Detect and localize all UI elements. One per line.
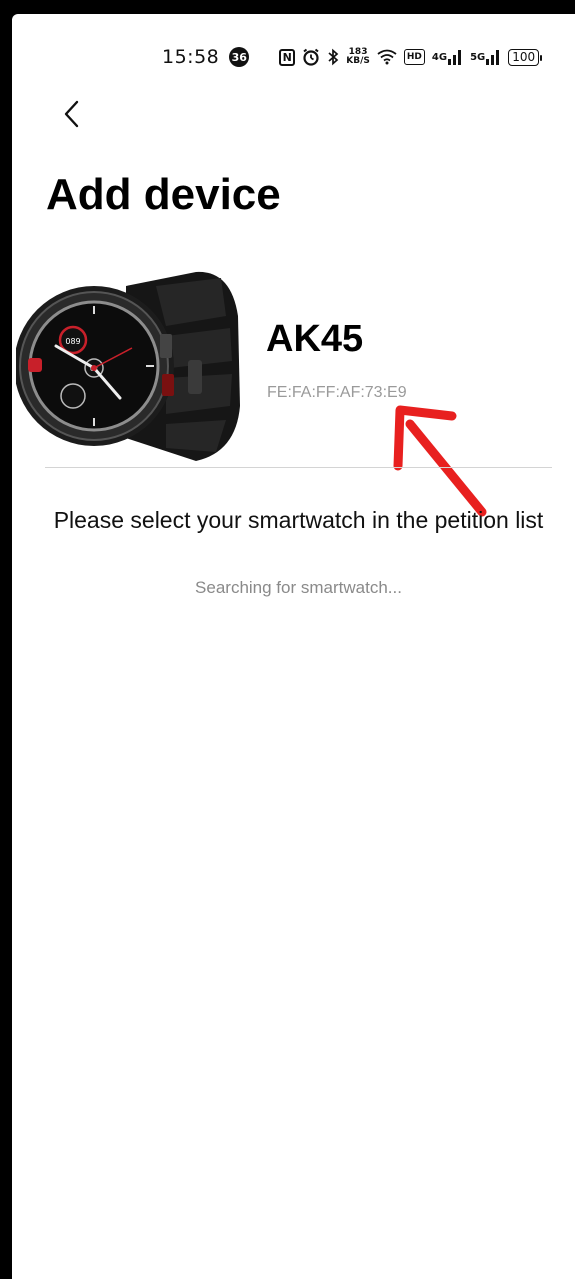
annotation-arrow-icon — [393, 405, 487, 517]
status-bar: 15:58 36 N 183 KB/S HD 4G 5G 100 — [162, 44, 543, 70]
instruction-text: Please select your smartwatch in the pet… — [53, 507, 544, 533]
device-name: AK45 — [266, 318, 364, 360]
alarm-icon — [302, 48, 320, 66]
hd-voice-icon: HD — [403, 49, 425, 65]
back-button[interactable] — [52, 94, 92, 134]
nfc-icon: N — [279, 48, 296, 66]
status-time: 15:58 — [162, 46, 220, 68]
signal-5g-label: 5G — [470, 51, 486, 63]
notification-count-badge: 36 — [229, 47, 250, 67]
page-title: Add device — [46, 170, 281, 219]
divider — [45, 467, 552, 468]
svg-text:089: 089 — [65, 337, 80, 346]
network-speed-indicator: 183 KB/S — [346, 48, 370, 66]
signal-4g-label: 4G — [431, 51, 448, 63]
smartwatch-image: 089 08 — [16, 271, 240, 461]
network-speed-unit: KB/S — [346, 56, 370, 66]
chevron-left-icon — [64, 100, 79, 128]
search-status-text: Searching for smartwatch... — [195, 578, 402, 597]
app-screen: 15:58 36 N 183 KB/S HD 4G 5G 100 Add dev… — [12, 14, 575, 1279]
bluetooth-icon — [327, 48, 339, 66]
wifi-icon — [377, 49, 397, 65]
signal-4g-icon: 4G — [432, 49, 463, 65]
signal-5g-icon: 5G — [470, 49, 501, 65]
battery-icon: 100 — [508, 48, 543, 66]
